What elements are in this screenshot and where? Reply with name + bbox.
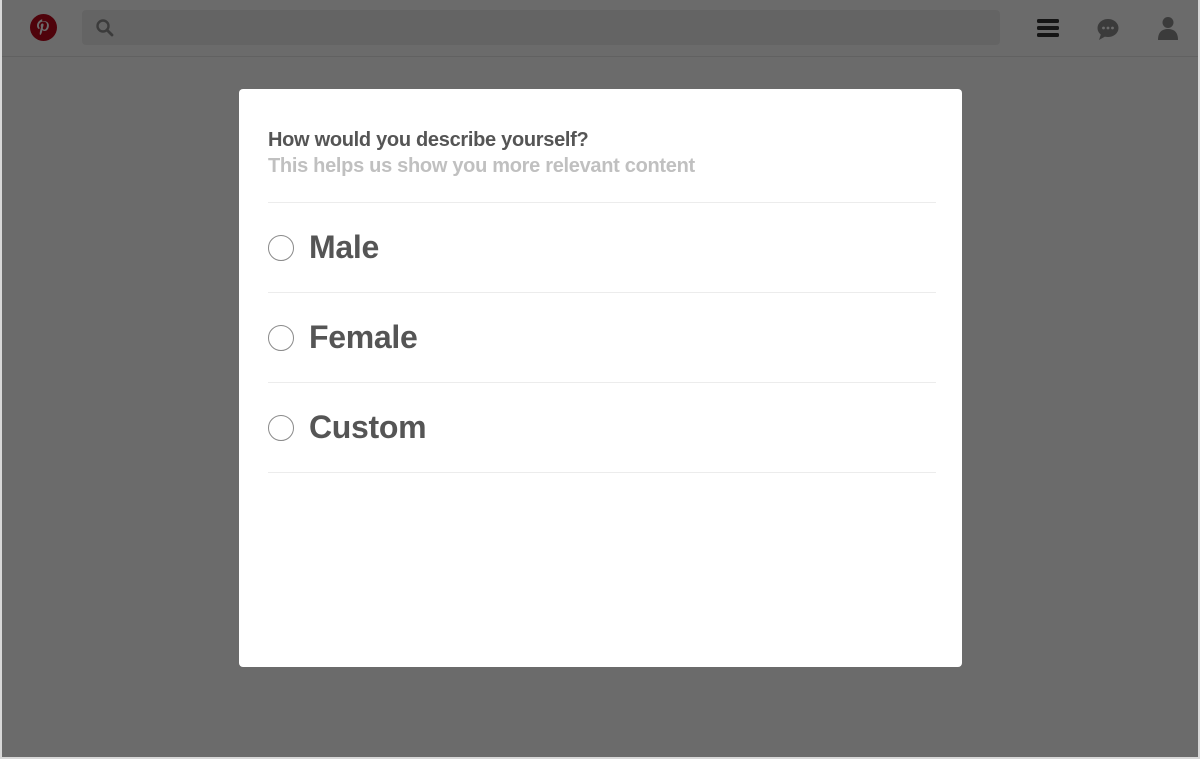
modal-subtitle: This helps us show you more relevant con… bbox=[268, 155, 695, 177]
custom-radio-button[interactable] bbox=[268, 414, 294, 441]
gender-selection-modal: How would you describe yourself? This he… bbox=[239, 89, 962, 667]
option-male[interactable]: Male bbox=[268, 203, 936, 293]
modal-title: How would you describe yourself? bbox=[268, 129, 589, 151]
male-radio-button[interactable] bbox=[268, 234, 294, 261]
option-label: Custom bbox=[309, 409, 427, 445]
gender-options-list: Male Female Custom bbox=[268, 202, 936, 473]
female-radio-button[interactable] bbox=[268, 324, 294, 351]
modal-header: How would you describe yourself? This he… bbox=[268, 127, 936, 179]
option-female[interactable]: Female bbox=[268, 293, 936, 383]
option-label: Male bbox=[309, 229, 379, 265]
option-label: Female bbox=[309, 319, 418, 355]
option-custom[interactable]: Custom bbox=[268, 383, 936, 473]
